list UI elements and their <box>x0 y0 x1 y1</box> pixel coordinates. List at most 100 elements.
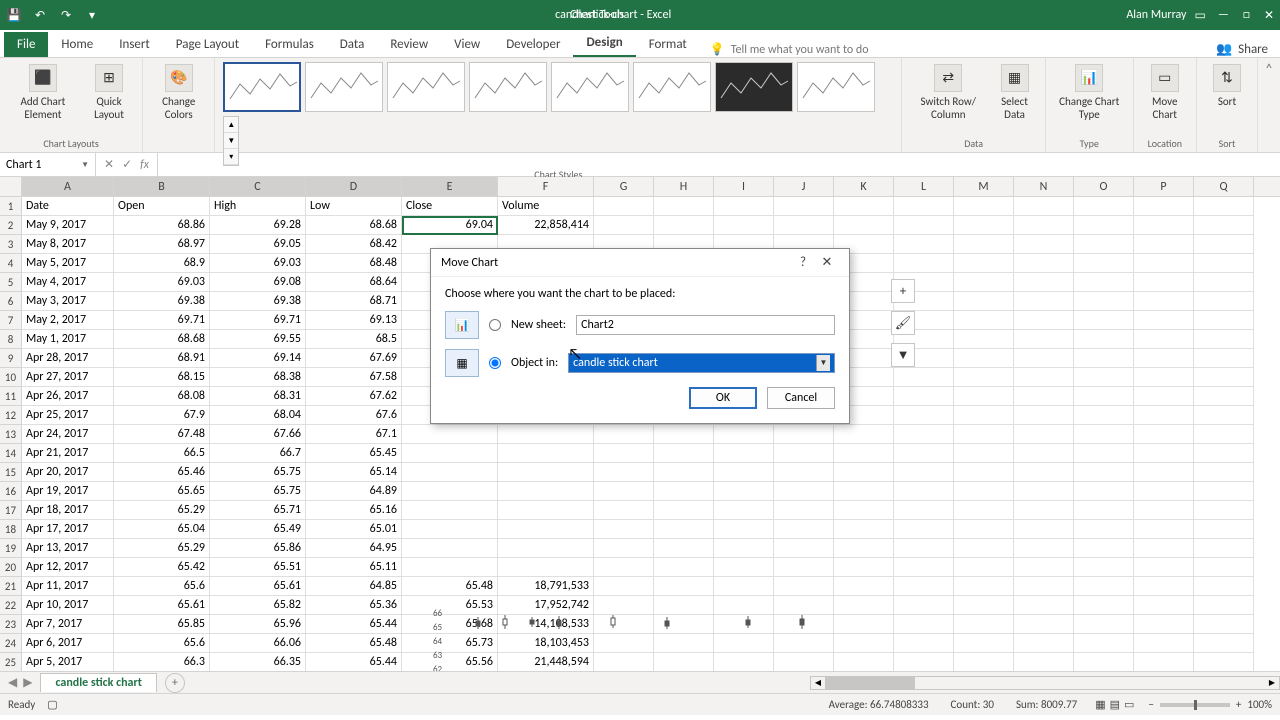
cell[interactable] <box>954 273 1014 292</box>
cell[interactable] <box>954 501 1014 520</box>
cell[interactable] <box>1134 197 1194 216</box>
cell[interactable]: 68.08 <box>114 387 210 406</box>
cell[interactable]: 68.5 <box>306 330 402 349</box>
cell[interactable]: 65.01 <box>306 520 402 539</box>
cell[interactable]: 66.5 <box>114 444 210 463</box>
cell[interactable]: 68.04 <box>210 406 306 425</box>
cell[interactable] <box>1014 444 1074 463</box>
cell[interactable]: Open <box>114 197 210 216</box>
cell[interactable] <box>1134 558 1194 577</box>
cell[interactable] <box>1194 463 1254 482</box>
cell[interactable] <box>1074 653 1134 671</box>
cell[interactable]: Apr 7, 2017 <box>22 615 114 634</box>
tab-home[interactable]: Home <box>48 32 106 57</box>
sheet-nav-prev[interactable]: ◀ <box>8 675 17 690</box>
view-page-break-icon[interactable]: ▭ <box>1124 698 1134 711</box>
close-icon[interactable]: ✕ <box>1264 8 1274 23</box>
cell[interactable]: Apr 21, 2017 <box>22 444 114 463</box>
view-normal-icon[interactable]: ▦ <box>1095 698 1105 711</box>
dialog-close-button[interactable]: ✕ <box>815 255 839 270</box>
row-header[interactable]: 2 <box>0 216 22 235</box>
cell[interactable] <box>1194 311 1254 330</box>
cell[interactable] <box>1074 273 1134 292</box>
cell[interactable] <box>1074 634 1134 653</box>
cell[interactable] <box>894 197 954 216</box>
cell[interactable] <box>894 387 954 406</box>
cell[interactable] <box>894 539 954 558</box>
cell[interactable]: 65.71 <box>210 501 306 520</box>
cell[interactable]: 65.29 <box>114 539 210 558</box>
cell[interactable] <box>594 653 654 671</box>
cell[interactable] <box>1134 539 1194 558</box>
cell[interactable] <box>1134 235 1194 254</box>
cell[interactable]: Apr 19, 2017 <box>22 482 114 501</box>
cell[interactable] <box>1074 292 1134 311</box>
save-icon[interactable]: 💾 <box>6 7 22 23</box>
column-header[interactable]: L <box>894 177 954 196</box>
cell[interactable] <box>654 653 714 671</box>
cell[interactable]: 22,858,414 <box>498 216 594 235</box>
cell[interactable] <box>1014 463 1074 482</box>
cell[interactable] <box>954 615 1014 634</box>
cell[interactable] <box>954 254 1014 273</box>
cell[interactable]: 18,103,453 <box>498 634 594 653</box>
cell[interactable]: 68.31 <box>210 387 306 406</box>
cell[interactable]: Close <box>402 197 498 216</box>
cell[interactable] <box>954 653 1014 671</box>
tab-formulas[interactable]: Formulas <box>252 32 327 57</box>
add-sheet-button[interactable]: + <box>165 673 185 693</box>
name-box[interactable]: Chart 1▼ <box>0 153 96 176</box>
cell[interactable]: 65.53 <box>402 596 498 615</box>
cell[interactable]: 65.48 <box>402 577 498 596</box>
column-header[interactable]: G <box>594 177 654 196</box>
cell[interactable] <box>1194 634 1254 653</box>
row-header[interactable]: 3 <box>0 235 22 254</box>
cell[interactable]: Apr 25, 2017 <box>22 406 114 425</box>
cell[interactable]: Apr 28, 2017 <box>22 349 114 368</box>
cell[interactable] <box>894 558 954 577</box>
chart-style-1[interactable] <box>223 62 301 112</box>
cell[interactable] <box>894 615 954 634</box>
chart-style-2[interactable] <box>305 62 383 112</box>
cell[interactable]: 66.7 <box>210 444 306 463</box>
cell[interactable]: 69.71 <box>210 311 306 330</box>
enter-formula-icon[interactable]: ✓ <box>122 157 132 172</box>
cell[interactable] <box>954 596 1014 615</box>
cell[interactable] <box>1074 558 1134 577</box>
cell[interactable]: 65.85 <box>114 615 210 634</box>
cell[interactable]: 68.91 <box>114 349 210 368</box>
cell[interactable]: Low <box>306 197 402 216</box>
row-header[interactable]: 20 <box>0 558 22 577</box>
cell[interactable]: Date <box>22 197 114 216</box>
cell[interactable] <box>774 216 834 235</box>
cell[interactable] <box>1074 520 1134 539</box>
cell[interactable] <box>894 425 954 444</box>
cell[interactable] <box>1014 330 1074 349</box>
cell[interactable] <box>1194 254 1254 273</box>
row-header[interactable]: 10 <box>0 368 22 387</box>
cell[interactable] <box>1194 558 1254 577</box>
cell[interactable]: 65.14 <box>306 463 402 482</box>
tab-view[interactable]: View <box>441 32 493 57</box>
cell[interactable] <box>1134 482 1194 501</box>
tell-me[interactable]: 💡 Tell me what you want to do <box>710 42 869 57</box>
cell[interactable]: 65.48 <box>306 634 402 653</box>
cell[interactable] <box>1194 501 1254 520</box>
cell[interactable] <box>1194 406 1254 425</box>
column-header[interactable]: O <box>1074 177 1134 196</box>
cell[interactable]: 65.6 <box>114 577 210 596</box>
cell[interactable] <box>1134 463 1194 482</box>
cell[interactable]: 67.66 <box>210 425 306 444</box>
cell[interactable] <box>1074 406 1134 425</box>
cell[interactable]: 69.08 <box>210 273 306 292</box>
cell[interactable] <box>954 577 1014 596</box>
cell[interactable] <box>1134 596 1194 615</box>
cell[interactable] <box>834 596 894 615</box>
cell[interactable] <box>834 653 894 671</box>
cell[interactable]: 21,448,594 <box>498 653 594 671</box>
cell[interactable] <box>774 653 834 671</box>
cell[interactable] <box>1134 368 1194 387</box>
cell[interactable] <box>714 653 774 671</box>
chart-style-5[interactable] <box>551 62 629 112</box>
cell[interactable]: 65.51 <box>210 558 306 577</box>
